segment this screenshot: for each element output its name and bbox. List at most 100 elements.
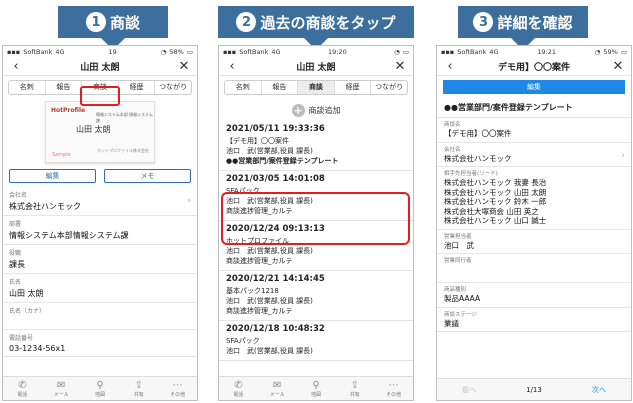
next-button[interactable]: 次へ bbox=[592, 385, 606, 395]
company-logo: HotProfile bbox=[51, 107, 86, 114]
tab-report[interactable]: 報告 bbox=[262, 81, 299, 94]
mail-icon: ✉ bbox=[273, 379, 282, 391]
field-sales-rep: 営業担当者 池口 武 bbox=[437, 230, 631, 254]
carrier-label: SoftBank bbox=[239, 47, 269, 56]
meeting-title: 基本パック1218 bbox=[226, 287, 279, 295]
step-label: 過去の商談をタップ bbox=[260, 13, 396, 32]
meeting-list-item[interactable]: 2020/12/21 14:14:45 基本パック1218 池口 武(営業部,役… bbox=[219, 271, 413, 321]
close-icon[interactable]: ✕ bbox=[177, 59, 191, 74]
phone-action[interactable]: ✆ 電話 bbox=[3, 377, 42, 400]
field-label: 電話番号 bbox=[9, 335, 34, 342]
back-icon[interactable]: ‹ bbox=[443, 59, 457, 74]
field-label: 商談名 bbox=[444, 122, 461, 128]
field-company[interactable]: 会社名 株式会社ハンモック › bbox=[437, 143, 631, 167]
carrier-label: SoftBank bbox=[457, 47, 487, 56]
sample-watermark: Sample bbox=[52, 152, 71, 158]
meeting-template: 商談進捗管理_カルテ bbox=[226, 307, 293, 315]
field-label: 役職 bbox=[9, 250, 22, 257]
card-department: 情報システム本部 情報システム課 bbox=[96, 112, 154, 123]
nav-bar: ‹ 山田 太朗 ✕ bbox=[219, 57, 413, 76]
toolbar-label: 電話 bbox=[17, 391, 28, 398]
page-title: デモ用】〇〇案件 bbox=[497, 62, 570, 73]
mail-action[interactable]: ✉ メール bbox=[42, 377, 81, 400]
edit-button[interactable]: 編集 bbox=[9, 169, 96, 183]
meeting-list-item[interactable]: 2020/12/18 10:48:32 SFAパック 池口 武(営業部,役員 課… bbox=[219, 321, 413, 361]
clock: 19 bbox=[108, 47, 117, 56]
tab-history[interactable]: 経歴 bbox=[119, 81, 156, 94]
tab-meeting[interactable]: 商談 bbox=[298, 81, 335, 94]
template-name: ●●営業部門/案件登録テンプレート bbox=[437, 98, 631, 118]
close-icon[interactable]: ✕ bbox=[611, 59, 625, 74]
field-label: 相手先担当者(リード) bbox=[444, 171, 498, 177]
map-action[interactable]: ⚲ 地図 bbox=[81, 377, 120, 400]
bottom-toolbar: ✆ 電話 ✉ メール ⚲ 地図 ⇪ 共有 ⋯ その他 bbox=[219, 376, 413, 400]
nav-bar: ‹ デモ用】〇〇案件 ✕ bbox=[437, 57, 631, 76]
add-meeting-button[interactable]: + 商談追加 bbox=[219, 99, 413, 121]
field-value: 【デモ用】〇〇案件 bbox=[444, 129, 512, 138]
toolbar-label: その他 bbox=[386, 391, 402, 398]
field-value bbox=[444, 265, 624, 279]
tab-bar: 名刺 報告 商談 経歴 つながり bbox=[224, 80, 408, 95]
signal-icon: ▪▪▪ bbox=[441, 47, 455, 56]
close-icon[interactable]: ✕ bbox=[393, 59, 407, 74]
toolbar-label: 電話 bbox=[233, 391, 244, 398]
tab-connections[interactable]: つながり bbox=[155, 81, 191, 94]
step-number: 3 bbox=[473, 12, 494, 32]
back-icon[interactable]: ‹ bbox=[9, 59, 23, 74]
alarm-icon: ◔ bbox=[160, 47, 167, 56]
clock: 19:20 bbox=[328, 47, 347, 56]
alarm-icon: ◔ bbox=[394, 47, 400, 56]
field-value: 業議 bbox=[444, 318, 459, 328]
add-meeting-label: 商談追加 bbox=[308, 105, 341, 115]
tab-history[interactable]: 経歴 bbox=[335, 81, 372, 94]
field-value: 情報システム本部情報システム課 bbox=[9, 231, 129, 240]
field-company[interactable]: 会社名 株式会社ハンモック › bbox=[3, 187, 197, 216]
field-stage: 商談ステージ 業議 bbox=[437, 308, 631, 332]
field-value: 03-1234-56x1 bbox=[9, 344, 66, 353]
share-action[interactable]: ⇪ 共有 bbox=[335, 377, 374, 400]
alarm-icon: ◔ bbox=[594, 47, 601, 56]
memo-button[interactable]: メモ bbox=[104, 169, 191, 183]
card-actions: 編集 メモ bbox=[3, 163, 197, 187]
more-action[interactable]: ⋯ その他 bbox=[158, 377, 197, 400]
phone-action[interactable]: ✆ 電話 bbox=[219, 377, 258, 400]
toolbar-label: メール bbox=[53, 391, 69, 398]
toolbar-label: 共有 bbox=[133, 391, 144, 398]
tab-report[interactable]: 報告 bbox=[46, 81, 83, 94]
more-icon: ⋯ bbox=[388, 379, 399, 391]
nav-bar: ‹ 山田 太朗 ✕ bbox=[3, 57, 197, 76]
field-position: 役職 課長 bbox=[3, 245, 197, 274]
prev-button[interactable]: 前へ bbox=[462, 385, 476, 395]
field-name: 氏名 山田 太朗 bbox=[3, 274, 197, 303]
field-department: 部署情報システム本部情報システム課 bbox=[3, 216, 197, 245]
step-label: 商談 bbox=[109, 13, 140, 32]
network-label: 4G bbox=[55, 47, 65, 56]
field-contacts: 相手先担当者(リード) 株式会社ハンモック 我妻 長治 株式会社ハンモック 山田 … bbox=[437, 167, 631, 230]
battery-level: 59% bbox=[603, 47, 618, 56]
tab-connections[interactable]: つながり bbox=[371, 81, 407, 94]
business-card-image[interactable]: HotProfile 情報システム本部 情報システム課 山田 太朗 ホットプロフ… bbox=[45, 101, 155, 163]
page-title: 山田 太朗 bbox=[296, 62, 336, 73]
mail-action[interactable]: ✉ メール bbox=[258, 377, 297, 400]
map-action[interactable]: ⚲ 地図 bbox=[297, 377, 336, 400]
field-label: 会社名 bbox=[444, 146, 461, 153]
back-icon[interactable]: ‹ bbox=[225, 59, 239, 74]
map-pin-icon: ⚲ bbox=[312, 379, 320, 391]
meeting-date: 2020/12/21 14:14:45 bbox=[226, 274, 325, 284]
edit-button[interactable]: 編集 bbox=[443, 80, 625, 94]
card-name: 山田 太朗 bbox=[76, 125, 111, 134]
field-label: 部署 bbox=[9, 221, 22, 228]
share-icon: ⇪ bbox=[134, 379, 143, 391]
share-action[interactable]: ⇪ 共有 bbox=[119, 377, 158, 400]
more-action[interactable]: ⋯ その他 bbox=[374, 377, 413, 400]
tab-card[interactable]: 名刺 bbox=[9, 81, 46, 94]
meeting-list-item[interactable]: 2021/05/11 19:33:36 【デモ用】〇〇案件 池口 武(営業部,役… bbox=[219, 121, 413, 171]
signal-icon: ▪▪▪ bbox=[7, 47, 21, 56]
meeting-date: 2021/03/05 14:01:08 bbox=[226, 174, 325, 184]
phone-screen-meeting-detail: ▪▪▪ SoftBank 4G 19:21 ◔ 59% ▭ ‹ デモ用】〇〇案件 ✕ 編… bbox=[436, 45, 632, 401]
signal-icon: ▪▪▪ bbox=[223, 47, 237, 56]
tab-card[interactable]: 名刺 bbox=[225, 81, 262, 94]
field-product-type: 商品種別 製品AAAA bbox=[437, 283, 631, 308]
phone-icon: ✆ bbox=[18, 379, 27, 391]
toolbar-label: 共有 bbox=[349, 391, 360, 398]
